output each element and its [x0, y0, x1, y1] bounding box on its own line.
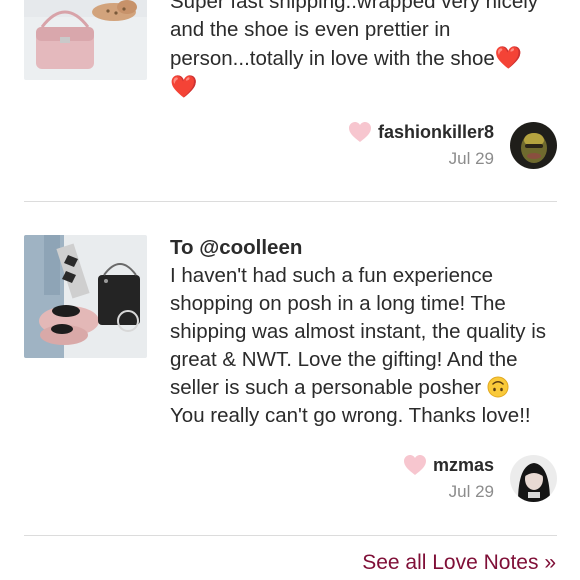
note-author-row: fashionkiller8: [348, 121, 494, 143]
note-text: Super fast shipping..wrapped very nicely…: [170, 0, 565, 102]
note-thumbnail[interactable]: [24, 0, 147, 80]
author-username[interactable]: fashionkiller8: [378, 122, 494, 143]
note-thumbnail[interactable]: [24, 235, 147, 358]
divider: [24, 535, 557, 536]
note-recipient-title: To @coolleen: [170, 236, 303, 259]
product-photo: [24, 235, 147, 358]
note-text: To @coolleen I haven't had such a fun ex…: [170, 234, 565, 430]
see-all-love-notes-link[interactable]: See all Love Notes »: [362, 551, 556, 575]
divider: [24, 201, 557, 202]
upside-down-face-emoji-icon: [487, 376, 509, 398]
heart-icon[interactable]: [403, 454, 427, 476]
heart-icon[interactable]: [348, 121, 372, 143]
note-date: Jul 29: [448, 149, 494, 168]
user-avatar-icon: [510, 122, 557, 169]
note-author-row: mzmas: [403, 454, 494, 476]
note-message-end: You really can't go wrong. Thanks love!!: [170, 404, 531, 427]
author-username[interactable]: mzmas: [433, 455, 494, 476]
red-heart-emoji: ❤️: [494, 45, 523, 70]
note-message: Super fast shipping..wrapped very nicely…: [170, 0, 539, 70]
user-avatar-icon: [510, 455, 557, 502]
product-photo: [24, 0, 147, 80]
avatar[interactable]: [510, 122, 557, 169]
note-date: Jul 29: [448, 482, 494, 501]
avatar[interactable]: [510, 455, 557, 502]
red-heart-emoji: ❤️: [170, 74, 198, 99]
